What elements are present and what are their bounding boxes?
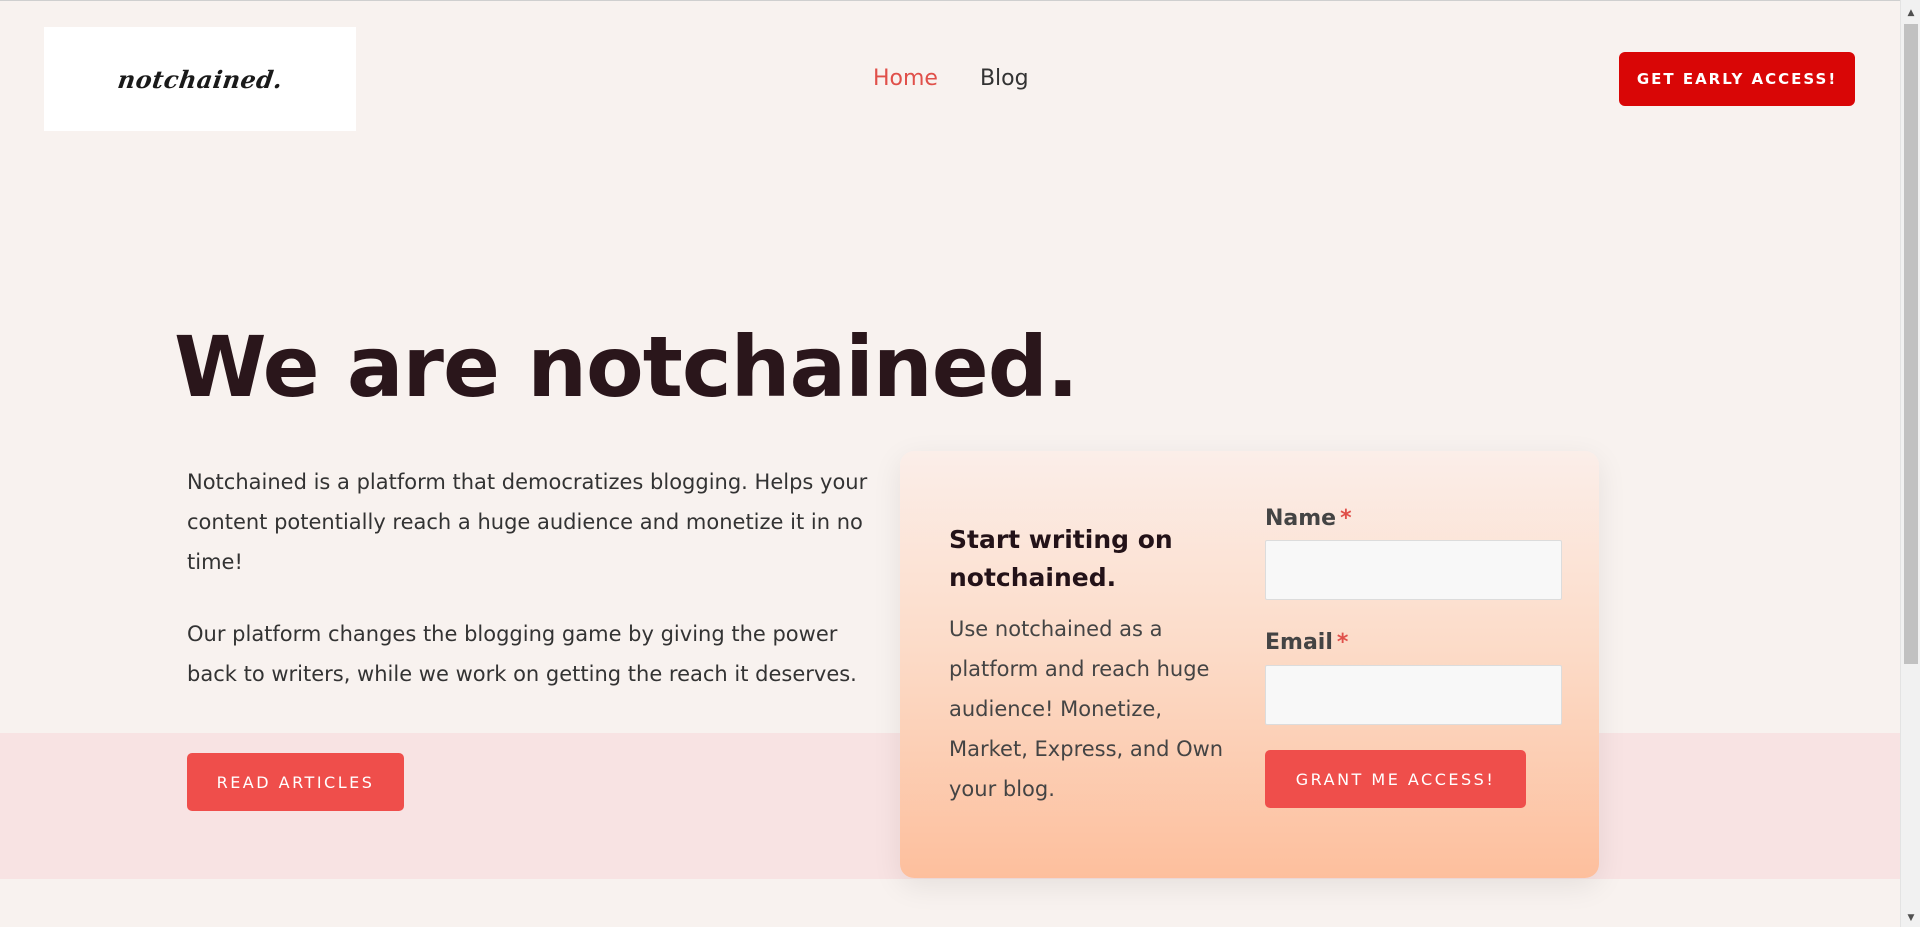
logo[interactable]: notchained. (44, 27, 356, 131)
email-label-text: Email (1265, 630, 1333, 655)
email-label: Email * (1265, 630, 1348, 655)
scroll-down-icon[interactable]: ▼ (1901, 909, 1920, 927)
hero-title: We are notchained. (174, 318, 1079, 416)
scroll-up-icon[interactable]: ▲ (1901, 4, 1920, 22)
vertical-scrollbar[interactable]: ▲ ▼ (1900, 0, 1920, 927)
nav-link-blog[interactable]: Blog (980, 66, 1029, 91)
site-header: notchained. Home Blog GET EARLY ACCESS! (0, 6, 1900, 154)
signup-title: Start writing on notchained. (949, 525, 1173, 592)
name-label: Name * (1265, 506, 1352, 531)
hero-paragraph-2: Our platform changes the blogging game b… (187, 622, 857, 686)
name-field[interactable] (1265, 540, 1562, 600)
required-marker: * (1340, 506, 1352, 531)
required-marker: * (1336, 630, 1349, 655)
hero-paragraph-1: Notchained is a platform that democratiz… (187, 470, 868, 574)
logo-text: notchained. (115, 64, 285, 94)
get-early-access-button[interactable]: GET EARLY ACCESS! (1619, 52, 1855, 106)
signup-card: Start writing on notchained. Use notchai… (900, 451, 1599, 878)
name-label-text: Name (1265, 506, 1337, 531)
nav-link-home[interactable]: Home (873, 66, 938, 91)
scroll-thumb[interactable] (1904, 24, 1918, 664)
main-nav: Home Blog (873, 66, 1029, 91)
email-field[interactable] (1265, 665, 1562, 725)
read-articles-button[interactable]: READ ARTICLES (187, 753, 404, 811)
grant-access-button[interactable]: GRANT ME ACCESS! (1265, 750, 1526, 808)
signup-description: Use notchained as a platform and reach h… (949, 617, 1224, 801)
